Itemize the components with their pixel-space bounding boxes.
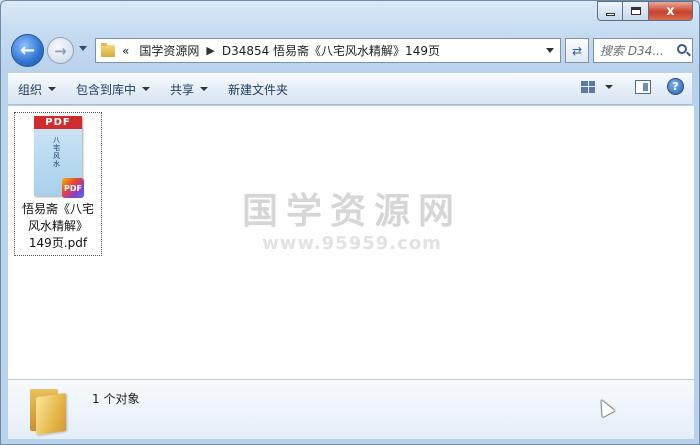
file-name-line-1: 悟易斋《八宅 (21, 202, 94, 216)
file-list-area[interactable]: 国学资源网 www.95959.com PDF 八宅风水 PDF 悟易斋《八宅 … (8, 106, 694, 379)
share-menu-button[interactable]: 共享 (160, 77, 218, 101)
new-folder-button[interactable]: 新建文件夹 (218, 77, 298, 101)
search-icon[interactable] (677, 44, 687, 54)
new-folder-label: 新建文件夹 (228, 82, 289, 97)
caption-buttons: x (597, 1, 693, 21)
item-count: 1 个对象 (92, 392, 140, 406)
forward-button[interactable]: → (47, 37, 74, 64)
preview-pane-icon[interactable] (635, 79, 651, 94)
watermark-url: www.95959.com (262, 233, 442, 254)
search-input[interactable]: 搜索 D34... (593, 38, 693, 63)
chevron-down-icon (200, 87, 209, 91)
folder-icon (30, 387, 66, 436)
include-in-library-label: 包含到库中 (76, 82, 137, 97)
command-bar: 组织 包含到库中 共享 新建文件夹 ? (8, 73, 692, 105)
help-icon[interactable]: ? (667, 78, 684, 95)
address-dropdown-icon[interactable] (546, 48, 554, 53)
breadcrumb-separator-icon[interactable]: ▶ (206, 44, 214, 57)
search-placeholder: 搜索 D34... (600, 44, 664, 58)
breadcrumb-overflow[interactable]: « (122, 44, 129, 58)
close-icon: x (666, 3, 675, 19)
back-button[interactable]: ← (11, 34, 44, 67)
back-arrow-icon: ← (19, 40, 36, 61)
pdf-thumbnail: PDF 八宅风水 PDF (34, 116, 84, 198)
folder-icon (101, 42, 115, 57)
file-name-line-2: 风水精解》 (27, 219, 88, 233)
organize-label: 组织 (18, 82, 43, 97)
view-options-dropdown[interactable] (605, 84, 613, 89)
close-button[interactable]: x (649, 1, 693, 21)
organize-menu-button[interactable]: 组织 (8, 77, 66, 101)
share-label: 共享 (170, 82, 195, 97)
pdf-badge-icon: PDF (62, 178, 84, 198)
file-item[interactable]: PDF 八宅风水 PDF 悟易斋《八宅 风水精解》 149页.pdf (14, 112, 102, 256)
pdf-header-label: PDF (34, 116, 82, 129)
chevron-down-icon (142, 87, 151, 91)
watermark-title: 国学资源网 (242, 191, 463, 232)
recent-pages-dropdown[interactable] (79, 46, 87, 51)
breadcrumb-item-guoxue[interactable]: 国学资源网 (139, 42, 199, 59)
breadcrumb-item-current-folder[interactable]: D34854 悟易斋《八宅风水精解》149页 (222, 42, 440, 59)
watermark: 国学资源网 www.95959.com (242, 191, 462, 255)
chevron-down-icon (48, 87, 57, 91)
refresh-icon: ⇄ (571, 43, 583, 58)
navigation-bar: ← → « 国学资源网 ▶ D34854 悟易斋《八宅风水精解》149页 ⇄ 搜… (9, 34, 693, 68)
details-pane: 1 个对象 (8, 379, 694, 439)
maximize-icon (630, 7, 641, 15)
maximize-button[interactable] (623, 1, 649, 21)
file-name[interactable]: 悟易斋《八宅 风水精解》 149页.pdf (15, 201, 101, 252)
change-view-icon[interactable] (581, 80, 595, 93)
forward-arrow-icon: → (54, 41, 67, 60)
address-bar[interactable]: « 国学资源网 ▶ D34854 悟易斋《八宅风水精解》149页 (95, 38, 561, 63)
refresh-button[interactable]: ⇄ (565, 38, 589, 63)
include-in-library-button[interactable]: 包含到库中 (66, 77, 160, 101)
explorer-window: x ← → « 国学资源网 ▶ D34854 悟易斋《八宅风水精解》149页 ⇄… (0, 0, 700, 445)
toolbar-right-controls: ? (581, 78, 684, 95)
minimize-icon (605, 12, 615, 16)
thumbnail-cover-title: 八宅风水 (53, 136, 60, 168)
file-name-line-3: 149页.pdf (28, 236, 88, 250)
minimize-button[interactable] (597, 1, 623, 21)
